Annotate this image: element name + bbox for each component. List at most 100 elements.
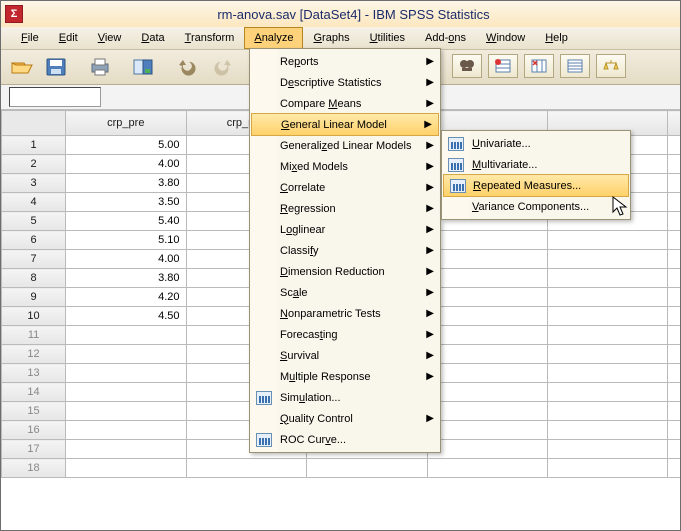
submenu-arrow-icon: ▶ [426,245,434,256]
menu-data[interactable]: Data [131,27,174,49]
row-header[interactable]: 7 [2,250,66,269]
menu-analyze[interactable]: Analyze [244,27,303,49]
print-button[interactable] [85,53,115,81]
menu-addons[interactable]: Add-ons [415,27,476,49]
row-header[interactable]: 18 [2,459,66,478]
row-header[interactable]: 6 [2,231,66,250]
analyze-item[interactable]: Forecasting▶ [250,324,440,345]
menu-edit[interactable]: Edit [49,27,88,49]
table-row[interactable]: 18 [2,459,681,478]
analyze-item[interactable]: Scale▶ [250,282,440,303]
insert-variable-button[interactable] [524,54,554,78]
title-bar: Σ rm-anova.sav [DataSet4] - IBM SPSS Sta… [1,1,680,27]
toolbar-right-group [452,54,626,78]
cell-crp-pre[interactable]: 4.00 [66,155,186,174]
analyze-item[interactable]: Nonparametric Tests▶ [250,303,440,324]
undo-button[interactable] [173,53,203,81]
analyze-item[interactable]: Generalized Linear Models▶ [250,135,440,156]
analyze-item[interactable]: Descriptive Statistics▶ [250,72,440,93]
row-header[interactable]: 8 [2,269,66,288]
cell-crp-pre[interactable]: 4.20 [66,288,186,307]
analyze-item[interactable]: Compare Means▶ [250,93,440,114]
row-header[interactable]: 12 [2,345,66,364]
analyze-item[interactable]: Mixed Models▶ [250,156,440,177]
analyze-item[interactable]: Dimension Reduction▶ [250,261,440,282]
analyze-item[interactable]: Loglinear▶ [250,219,440,240]
redo-button[interactable] [207,53,237,81]
app-icon: Σ [5,5,23,23]
cell-crp-pre[interactable]: 3.80 [66,269,186,288]
sigma-icon: Σ [11,9,18,20]
row-header[interactable]: 10 [2,307,66,326]
glm-item[interactable]: Repeated Measures... [443,174,629,197]
analyze-item[interactable]: Survival▶ [250,345,440,366]
corner-header[interactable] [2,111,66,136]
col-crp-pre[interactable]: crp_pre [66,111,186,136]
save-button[interactable] [41,53,71,81]
glm-item[interactable]: Variance Components... [442,196,630,217]
analyze-item[interactable]: General Linear Model▶ [251,113,439,136]
cell-editor-input[interactable] [9,87,101,107]
open-button[interactable] [7,53,37,81]
menu-icon [255,432,273,448]
row-header[interactable]: 3 [2,174,66,193]
analyze-item[interactable]: Reports▶ [250,51,440,72]
row-header[interactable]: 14 [2,383,66,402]
glm-item[interactable]: Multivariate... [442,154,630,175]
cell-crp-pre[interactable]: 3.80 [66,174,186,193]
window-title: rm-anova.sav [DataSet4] - IBM SPSS Stati… [27,7,680,22]
analyze-item[interactable]: Simulation... [250,387,440,408]
submenu-arrow-icon: ▶ [426,56,434,67]
recall-dialog-button[interactable] [129,53,159,81]
menu-help[interactable]: Help [535,27,578,49]
analyze-item[interactable]: Classify▶ [250,240,440,261]
split-file-button[interactable] [560,54,590,78]
find-button[interactable] [452,54,482,78]
cell-crp-pre[interactable]: 3.50 [66,193,186,212]
analyze-item[interactable]: Multiple Response▶ [250,366,440,387]
weight-button[interactable] [596,54,626,78]
menu-view[interactable]: View [88,27,132,49]
submenu-arrow-icon: ▶ [426,203,434,214]
cell-crp-pre[interactable]: 4.50 [66,307,186,326]
row-header[interactable]: 2 [2,155,66,174]
glm-item[interactable]: Univariate... [442,133,630,154]
menu-window[interactable]: Window [476,27,535,49]
cell-crp-pre[interactable]: 5.40 [66,212,186,231]
submenu-arrow-icon: ▶ [426,287,434,298]
submenu-arrow-icon: ▶ [426,224,434,235]
insert-cases-button[interactable] [488,54,518,78]
row-header[interactable]: 11 [2,326,66,345]
menu-bar: File Edit View Data Transform Analyze Gr… [1,27,680,50]
row-header[interactable]: 4 [2,193,66,212]
submenu-arrow-icon: ▶ [426,182,434,193]
submenu-arrow-icon: ▶ [426,266,434,277]
col-hidden4[interactable] [668,111,680,136]
spss-window: Σ rm-anova.sav [DataSet4] - IBM SPSS Sta… [0,0,681,531]
cell-crp-pre[interactable]: 4.00 [66,250,186,269]
glm-submenu: Univariate...Multivariate...Repeated Mea… [441,130,631,220]
menu-utilities[interactable]: Utilities [360,27,415,49]
menu-graphs[interactable]: Graphs [303,27,359,49]
analyze-item[interactable]: Regression▶ [250,198,440,219]
menu-icon [449,178,467,194]
row-header[interactable]: 13 [2,364,66,383]
cell-crp-pre[interactable]: 5.10 [66,231,186,250]
analyze-item[interactable]: Correlate▶ [250,177,440,198]
menu-icon [447,157,465,173]
row-header[interactable]: 9 [2,288,66,307]
row-header[interactable]: 16 [2,421,66,440]
submenu-arrow-icon: ▶ [426,329,434,340]
menu-transform[interactable]: Transform [175,27,245,49]
submenu-arrow-icon: ▶ [426,98,434,109]
row-header[interactable]: 17 [2,440,66,459]
analyze-item[interactable]: Quality Control▶ [250,408,440,429]
submenu-arrow-icon: ▶ [426,308,434,319]
cell-crp-pre[interactable]: 5.00 [66,136,186,155]
row-header[interactable]: 1 [2,136,66,155]
row-header[interactable]: 5 [2,212,66,231]
menu-file[interactable]: File [11,27,49,49]
submenu-arrow-icon: ▶ [426,350,434,361]
analyze-item[interactable]: ROC Curve... [250,429,440,450]
row-header[interactable]: 15 [2,402,66,421]
